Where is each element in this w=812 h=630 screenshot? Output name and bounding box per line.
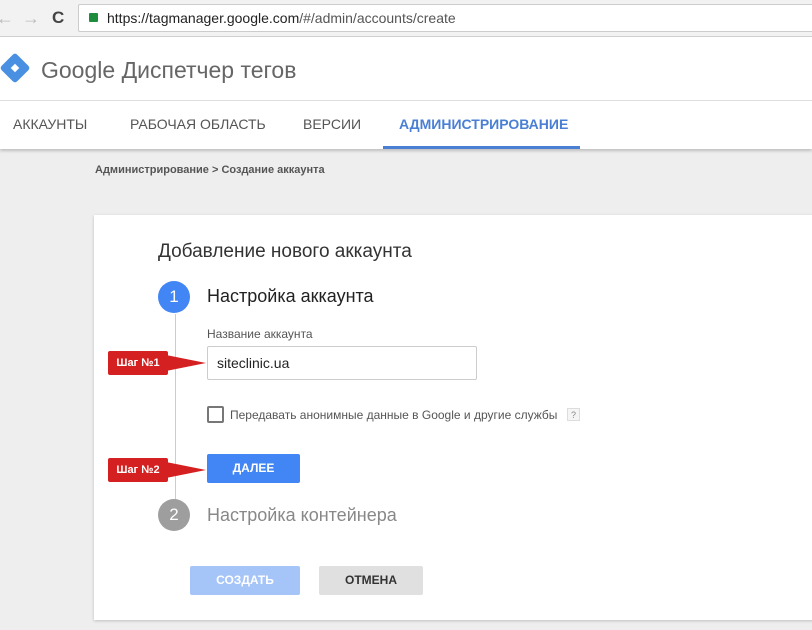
share-data-label[interactable]: Передавать анонимные данные в Google и д…	[230, 408, 557, 422]
step-2-badge: 2	[158, 499, 190, 531]
forward-button[interactable]: →	[22, 8, 40, 29]
url-host: https://tagmanager.google.com	[107, 10, 300, 26]
step-1-title: Настройка аккаунта	[207, 286, 374, 306]
share-data-checkbox[interactable]	[207, 406, 224, 423]
page-title: Добавление нового аккаунта	[158, 241, 412, 262]
lock-icon	[89, 13, 98, 22]
account-name-input[interactable]: siteclinic.ua	[207, 346, 477, 380]
app-header: Google Диспетчер тегов	[0, 37, 812, 101]
create-button[interactable]: СОЗДАТЬ	[190, 566, 300, 595]
tab-workspace[interactable]: РАБОЧАЯ ОБЛАСТЬ	[130, 101, 266, 149]
step-2-callout: Шаг №2	[108, 458, 206, 482]
tab-versions[interactable]: ВЕРСИИ	[303, 101, 361, 149]
account-name-label: Название аккаунта	[207, 327, 313, 341]
app-title[interactable]: Google Диспетчер тегов	[41, 57, 296, 84]
breadcrumb: Администрирование > Создание аккаунта	[95, 164, 325, 176]
cancel-button[interactable]: ОТМЕНА	[319, 566, 423, 595]
next-button[interactable]: ДАЛЕЕ	[207, 454, 300, 483]
back-button[interactable]: ←	[0, 8, 14, 29]
tab-accounts[interactable]: АККАУНТЫ	[13, 101, 87, 149]
help-icon[interactable]: ?	[567, 408, 580, 421]
address-bar[interactable]: https://tagmanager.google.com/#/admin/ac…	[78, 4, 812, 32]
step-1-callout: Шаг №1	[108, 351, 206, 375]
main-tabs: АККАУНТЫ РАБОЧАЯ ОБЛАСТЬ ВЕРСИИ АДМИНИСТ…	[0, 101, 812, 149]
reload-button[interactable]: C	[52, 8, 64, 28]
url-path: /#/admin/accounts/create	[299, 10, 456, 26]
step-2-title: Настройка контейнера	[207, 505, 397, 525]
browser-toolbar: ← → C https://tagmanager.google.com/#/ad…	[0, 0, 812, 37]
tab-admin[interactable]: АДМИНИСТРИРОВАНИЕ	[383, 101, 580, 149]
step-1-badge: 1	[158, 281, 190, 313]
gtm-logo-icon	[0, 52, 31, 84]
